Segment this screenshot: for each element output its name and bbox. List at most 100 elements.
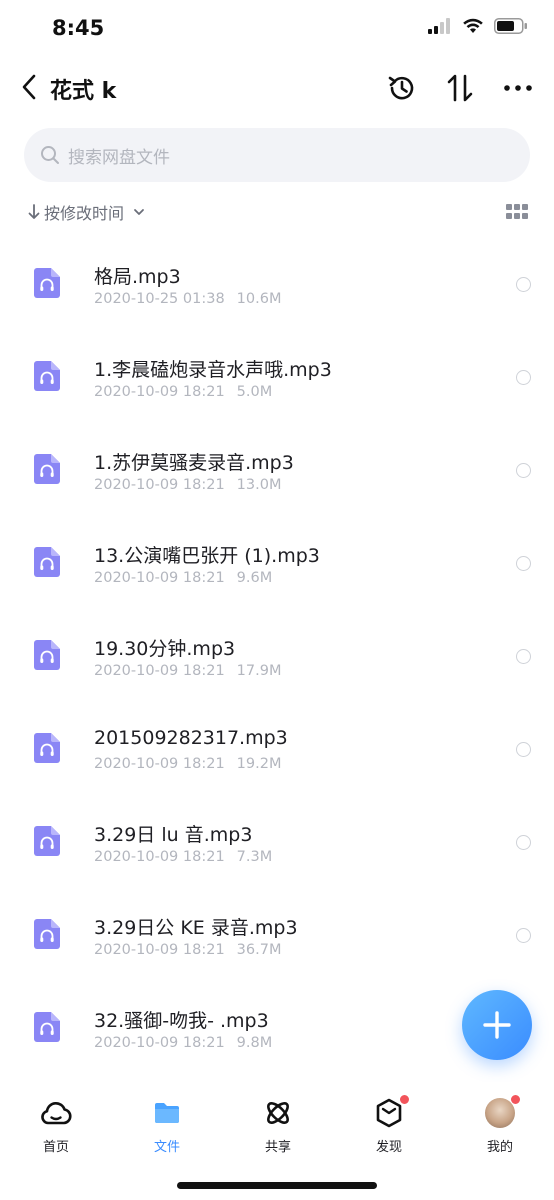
tab-label: 文件 [153,1140,180,1155]
file-name: 1.苏伊莫骚麦录音.mp3 [94,452,294,474]
file-list-item[interactable]: 1.李晨磕炮录音水声哦.mp3 2020-10-09 18:21 5.0M [0,331,554,424]
search-input[interactable]: 搜索网盘文件 [24,128,530,182]
audio-file-icon [34,361,60,391]
more-button[interactable] [500,70,536,106]
file-size: 36.7M [236,942,282,958]
tab-discover[interactable]: 发现 [349,1094,429,1160]
tab-home[interactable]: 首页 [16,1096,96,1160]
sort-arrows-icon [447,74,473,102]
notification-badge [399,1094,410,1105]
chevron-down-icon [134,209,144,215]
back-arrow-icon [22,74,36,100]
page-title: 花式 k [50,79,117,104]
file-list-item[interactable]: 201509282317.mp3 2020-10-09 18:21 19.2M [0,703,554,796]
back-button[interactable] [14,72,44,102]
file-size: 17.9M [236,663,282,679]
audio-file-icon [34,268,60,298]
file-name: 201509282317.mp3 [94,727,288,749]
file-date: 2020-10-09 18:21 [94,756,225,772]
sort-label: 按修改时间 [44,204,125,223]
audio-file-icon [34,640,60,670]
file-name: 3.29日 lu 音.mp3 [94,824,253,846]
avatar-wrapper [483,1094,521,1130]
file-list-item[interactable]: 1.苏伊莫骚麦录音.mp3 2020-10-09 18:21 13.0M [0,424,554,517]
tab-me[interactable]: 我的 [460,1094,540,1160]
file-size: 5.0M [236,384,273,400]
audio-file-icon [34,1012,60,1042]
select-checkbox[interactable] [516,742,531,757]
select-checkbox[interactable] [516,835,531,850]
file-list-item[interactable]: 3.29日 lu 音.mp3 2020-10-09 18:21 7.3M [0,796,554,889]
file-meta: 2020-10-09 18:21 36.7M [94,942,281,958]
audio-file-icon [34,454,60,484]
file-size: 13.0M [236,477,282,493]
file-size: 19.2M [236,756,282,772]
select-checkbox[interactable] [516,556,531,571]
share-atom-icon [261,1096,295,1130]
sort-button[interactable] [442,70,478,106]
audio-file-icon [34,733,60,763]
discover-cube-icon [372,1094,410,1130]
file-size: 9.6M [236,570,273,586]
file-name: 1.李晨磕炮录音水声哦.mp3 [94,359,332,381]
select-checkbox[interactable] [516,649,531,664]
sort-dropdown[interactable]: 按修改时间 [28,200,146,224]
file-date: 2020-10-25 01:38 [94,291,225,307]
file-size: 7.3M [236,849,273,865]
file-meta: 2020-10-25 01:38 10.6M [94,291,281,307]
add-button[interactable] [462,990,532,1060]
tab-label: 发现 [375,1140,402,1155]
file-meta: 2020-10-09 18:21 9.8M [94,1035,272,1051]
file-name: 32.骚御-吻我- .mp3 [94,1010,269,1032]
history-icon [388,76,414,100]
audio-file-icon [34,919,60,949]
tab-label: 共享 [264,1140,291,1155]
notification-badge [510,1094,521,1105]
history-button[interactable] [384,70,420,106]
nav-actions [384,70,536,106]
tab-files[interactable]: 文件 [127,1096,207,1160]
cloud-home-icon [39,1096,73,1130]
file-meta: 2020-10-09 18:21 5.0M [94,384,272,400]
file-list-item[interactable]: 3.29日公 KE 录音.mp3 2020-10-09 18:21 36.7M [0,889,554,982]
wifi-icon [463,18,483,33]
select-checkbox[interactable] [516,928,531,943]
battery-icon [494,18,527,34]
plus-icon [483,1011,511,1039]
tab-label: 我的 [486,1140,513,1155]
more-icon [504,85,532,91]
file-date: 2020-10-09 18:21 [94,1035,225,1051]
file-list: 格局.mp3 2020-10-25 01:38 10.6M 1.李晨磕炮录音水声哦… [0,238,554,1075]
file-size: 10.6M [236,291,282,307]
file-meta: 2020-10-09 18:21 7.3M [94,849,272,865]
status-time: 8:45 [52,16,105,40]
file-meta: 2020-10-09 18:21 19.2M [94,756,281,772]
status-bar: 8:45 [0,0,554,60]
file-list-item[interactable]: 19.30分钟.mp3 2020-10-09 18:21 17.9M [0,610,554,703]
file-list-item[interactable]: 13.公演嘴巴张开 (1).mp3 2020-10-09 18:21 9.6M [0,517,554,610]
file-date: 2020-10-09 18:21 [94,570,225,586]
file-name: 格局.mp3 [94,266,181,288]
tab-label: 首页 [42,1140,69,1155]
search-placeholder: 搜索网盘文件 [68,147,170,168]
file-date: 2020-10-09 18:21 [94,942,225,958]
select-checkbox[interactable] [516,370,531,385]
audio-file-icon [34,547,60,577]
folder-icon [150,1096,184,1130]
select-checkbox[interactable] [516,463,531,478]
down-arrow-icon [28,204,40,219]
file-name: 3.29日公 KE 录音.mp3 [94,917,298,939]
file-date: 2020-10-09 18:21 [94,663,225,679]
file-meta: 2020-10-09 18:21 9.6M [94,570,272,586]
file-name: 19.30分钟.mp3 [94,638,236,660]
status-icons [428,18,528,34]
file-date: 2020-10-09 18:21 [94,849,225,865]
file-date: 2020-10-09 18:21 [94,384,225,400]
file-meta: 2020-10-09 18:21 17.9M [94,663,281,679]
grid-view-icon[interactable] [506,204,528,220]
select-checkbox[interactable] [516,277,531,292]
nav-bar: 花式 k [0,60,554,116]
tab-share[interactable]: 共享 [238,1096,318,1160]
file-list-item[interactable]: 格局.mp3 2020-10-25 01:38 10.6M [0,238,554,331]
file-size: 9.8M [236,1035,273,1051]
